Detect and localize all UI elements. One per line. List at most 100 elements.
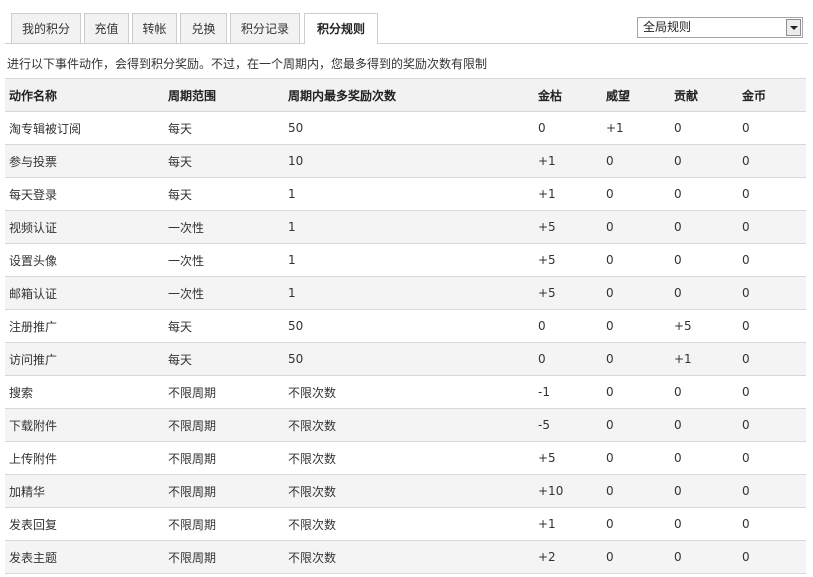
table-row: 访问推广 每天 50 0 0 +1 0 [5, 342, 806, 376]
table-row: 每天登录 每天 1 +1 0 0 0 [5, 177, 806, 211]
cell-action-name: 下载附件 [5, 408, 164, 442]
cell-contribution: 0 [670, 507, 738, 541]
cell-period: 一次性 [164, 243, 284, 277]
cell-prestige: 0 [602, 342, 670, 376]
cell-gold: 0 [738, 243, 806, 277]
cell-contribution: +5 [670, 309, 738, 343]
cell-max-rewards: 不限次数 [284, 408, 534, 442]
cell-gold: 0 [738, 210, 806, 244]
cell-action-name: 设置头像 [5, 243, 164, 277]
cell-jinku: +5 [534, 441, 602, 475]
cell-period: 不限周期 [164, 474, 284, 508]
cell-period: 不限周期 [164, 507, 284, 541]
cell-jinku: +1 [534, 144, 602, 178]
tab-points-log[interactable]: 积分记录 [230, 13, 300, 43]
cell-jinku: +10 [534, 474, 602, 508]
cell-gold: 0 [738, 309, 806, 343]
cell-prestige: 0 [602, 243, 670, 277]
table-row: 设置头像 一次性 1 +5 0 0 0 [5, 243, 806, 277]
cell-action-name: 搜索 [5, 375, 164, 409]
cell-max-rewards: 1 [284, 210, 534, 244]
cell-max-rewards: 不限次数 [284, 540, 534, 574]
cell-prestige: 0 [602, 408, 670, 442]
cell-prestige: 0 [602, 309, 670, 343]
cell-contribution: 0 [670, 540, 738, 574]
cell-jinku: +5 [534, 243, 602, 277]
col-header-contribution: 贡献 [670, 78, 738, 112]
cell-contribution: 0 [670, 144, 738, 178]
cell-contribution: 0 [670, 243, 738, 277]
cell-contribution: 0 [670, 375, 738, 409]
table-row: 注册推广 每天 50 0 0 +5 0 [5, 309, 806, 343]
cell-action-name: 邮箱认证 [5, 276, 164, 310]
cell-jinku: +1 [534, 507, 602, 541]
tab-points-rules[interactable]: 积分规则 [304, 13, 378, 44]
cell-action-name: 参与投票 [5, 144, 164, 178]
cell-period: 一次性 [164, 210, 284, 244]
cell-period: 不限周期 [164, 408, 284, 442]
cell-contribution: +1 [670, 342, 738, 376]
cell-gold: 0 [738, 474, 806, 508]
rule-scope-value: 全局规则 [643, 20, 692, 34]
col-header-period: 周期范围 [164, 78, 284, 112]
cell-max-rewards: 不限次数 [284, 441, 534, 475]
cell-action-name: 发表主题 [5, 540, 164, 574]
cell-max-rewards: 不限次数 [284, 507, 534, 541]
col-header-prestige: 威望 [602, 78, 670, 112]
cell-gold: 0 [738, 540, 806, 574]
cell-period: 每天 [164, 342, 284, 376]
cell-jinku: +2 [534, 540, 602, 574]
tab-transfer[interactable]: 转帐 [132, 13, 177, 43]
cell-period: 不限周期 [164, 441, 284, 475]
cell-jinku: 0 [534, 342, 602, 376]
table-row: 邮箱认证 一次性 1 +5 0 0 0 [5, 276, 806, 310]
rule-scope-select[interactable]: 全局规则 [637, 17, 803, 38]
cell-contribution: 0 [670, 408, 738, 442]
cell-max-rewards: 1 [284, 276, 534, 310]
points-rules-table: 动作名称 周期范围 周期内最多奖励次数 金枯 威望 贡献 金币 淘专辑被订阅 每天… [5, 78, 806, 574]
cell-gold: 0 [738, 111, 806, 145]
cell-prestige: 0 [602, 177, 670, 211]
cell-period: 不限周期 [164, 540, 284, 574]
tab-recharge[interactable]: 充值 [84, 13, 129, 43]
cell-gold: 0 [738, 507, 806, 541]
cell-contribution: 0 [670, 474, 738, 508]
cell-max-rewards: 不限次数 [284, 375, 534, 409]
cell-jinku: 0 [534, 309, 602, 343]
cell-prestige: 0 [602, 540, 670, 574]
cell-period: 每天 [164, 111, 284, 145]
table-row: 参与投票 每天 10 +1 0 0 0 [5, 144, 806, 178]
tab-exchange[interactable]: 兑换 [180, 13, 227, 43]
tab-my-points[interactable]: 我的积分 [11, 13, 81, 43]
chevron-down-icon[interactable] [786, 19, 801, 36]
cell-action-name: 上传附件 [5, 441, 164, 475]
table-row: 发表回复 不限周期 不限次数 +1 0 0 0 [5, 507, 806, 541]
cell-prestige: 0 [602, 210, 670, 244]
cell-prestige: 0 [602, 507, 670, 541]
cell-period: 一次性 [164, 276, 284, 310]
cell-max-rewards: 1 [284, 243, 534, 277]
cell-jinku: +1 [534, 177, 602, 211]
cell-prestige: 0 [602, 441, 670, 475]
cell-max-rewards: 不限次数 [284, 474, 534, 508]
rules-description: 进行以下事件动作，会得到积分奖励。不过，在一个周期内，您最多得到的奖励次数有限制 [7, 57, 488, 71]
cell-prestige: 0 [602, 276, 670, 310]
cell-max-rewards: 1 [284, 177, 534, 211]
table-row: 加精华 不限周期 不限次数 +10 0 0 0 [5, 474, 806, 508]
table-header-row: 动作名称 周期范围 周期内最多奖励次数 金枯 威望 贡献 金币 [5, 78, 806, 112]
cell-action-name: 注册推广 [5, 309, 164, 343]
cell-action-name: 加精华 [5, 474, 164, 508]
cell-contribution: 0 [670, 111, 738, 145]
cell-period: 每天 [164, 144, 284, 178]
cell-action-name: 每天登录 [5, 177, 164, 211]
col-header-action-name: 动作名称 [5, 78, 164, 112]
cell-gold: 0 [738, 441, 806, 475]
table-row: 搜索 不限周期 不限次数 -1 0 0 0 [5, 375, 806, 409]
cell-contribution: 0 [670, 210, 738, 244]
cell-contribution: 0 [670, 441, 738, 475]
table-row: 淘专辑被订阅 每天 50 0 +1 0 0 [5, 111, 806, 145]
tab-bar-divider [5, 43, 808, 44]
cell-jinku: -5 [534, 408, 602, 442]
cell-action-name: 发表回复 [5, 507, 164, 541]
cell-contribution: 0 [670, 276, 738, 310]
